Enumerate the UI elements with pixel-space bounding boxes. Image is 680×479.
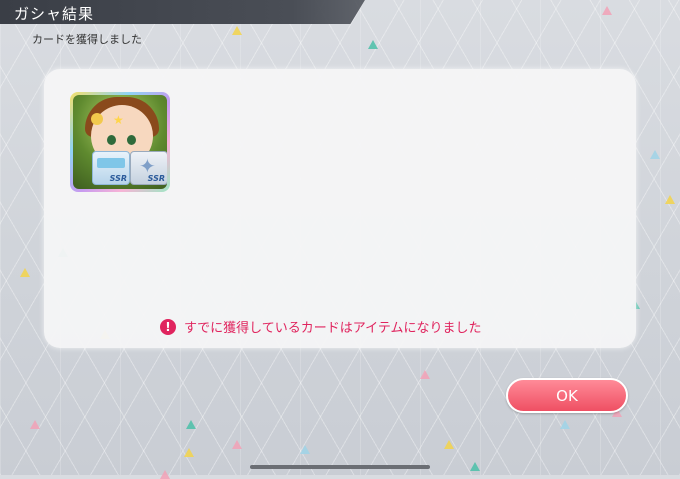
confetti-triangle — [232, 26, 242, 35]
confetti-triangle — [650, 150, 660, 159]
card-artwork: ★ SSR ✦ SSR — [73, 95, 167, 189]
page-title: ガシャ結果 — [14, 5, 95, 23]
confetti-triangle — [184, 448, 194, 457]
confetti-triangle — [30, 420, 40, 429]
confetti-triangle — [444, 440, 454, 449]
character-eye — [127, 135, 136, 145]
confetti-triangle — [232, 440, 242, 449]
confetti-triangle — [368, 40, 378, 49]
home-indicator — [250, 465, 430, 469]
confetti-triangle — [300, 445, 310, 454]
result-card[interactable]: ★ SSR ✦ SSR — [70, 92, 170, 192]
confetti-triangle — [665, 195, 675, 204]
confetti-triangle — [20, 268, 30, 277]
confetti-triangle — [602, 6, 612, 15]
duplicate-notice-text: すでに獲得しているカードはアイテムになりました — [184, 321, 482, 336]
confetti-triangle — [470, 462, 480, 471]
exclamation-circle-icon: ! — [160, 318, 176, 335]
ok-button[interactable]: OK — [506, 378, 628, 413]
duplicate-notice: ! すでに獲得しているカードはアイテムになりました — [160, 317, 481, 336]
confetti-triangle — [560, 420, 570, 429]
star-icon: ✦ SSR — [130, 151, 167, 185]
ticket-stripe — [97, 158, 125, 168]
rarity-badge: SSR — [147, 174, 165, 183]
confetti-triangle — [420, 370, 430, 379]
flower-icon — [91, 113, 103, 125]
result-subtitle: カードを獲得しました — [32, 33, 142, 46]
ticket-icon: SSR — [92, 151, 130, 185]
rarity-badge: SSR — [109, 174, 127, 183]
star-hairpin-icon: ★ — [113, 113, 124, 127]
confetti-triangle — [186, 420, 196, 429]
character-eye — [107, 135, 116, 145]
